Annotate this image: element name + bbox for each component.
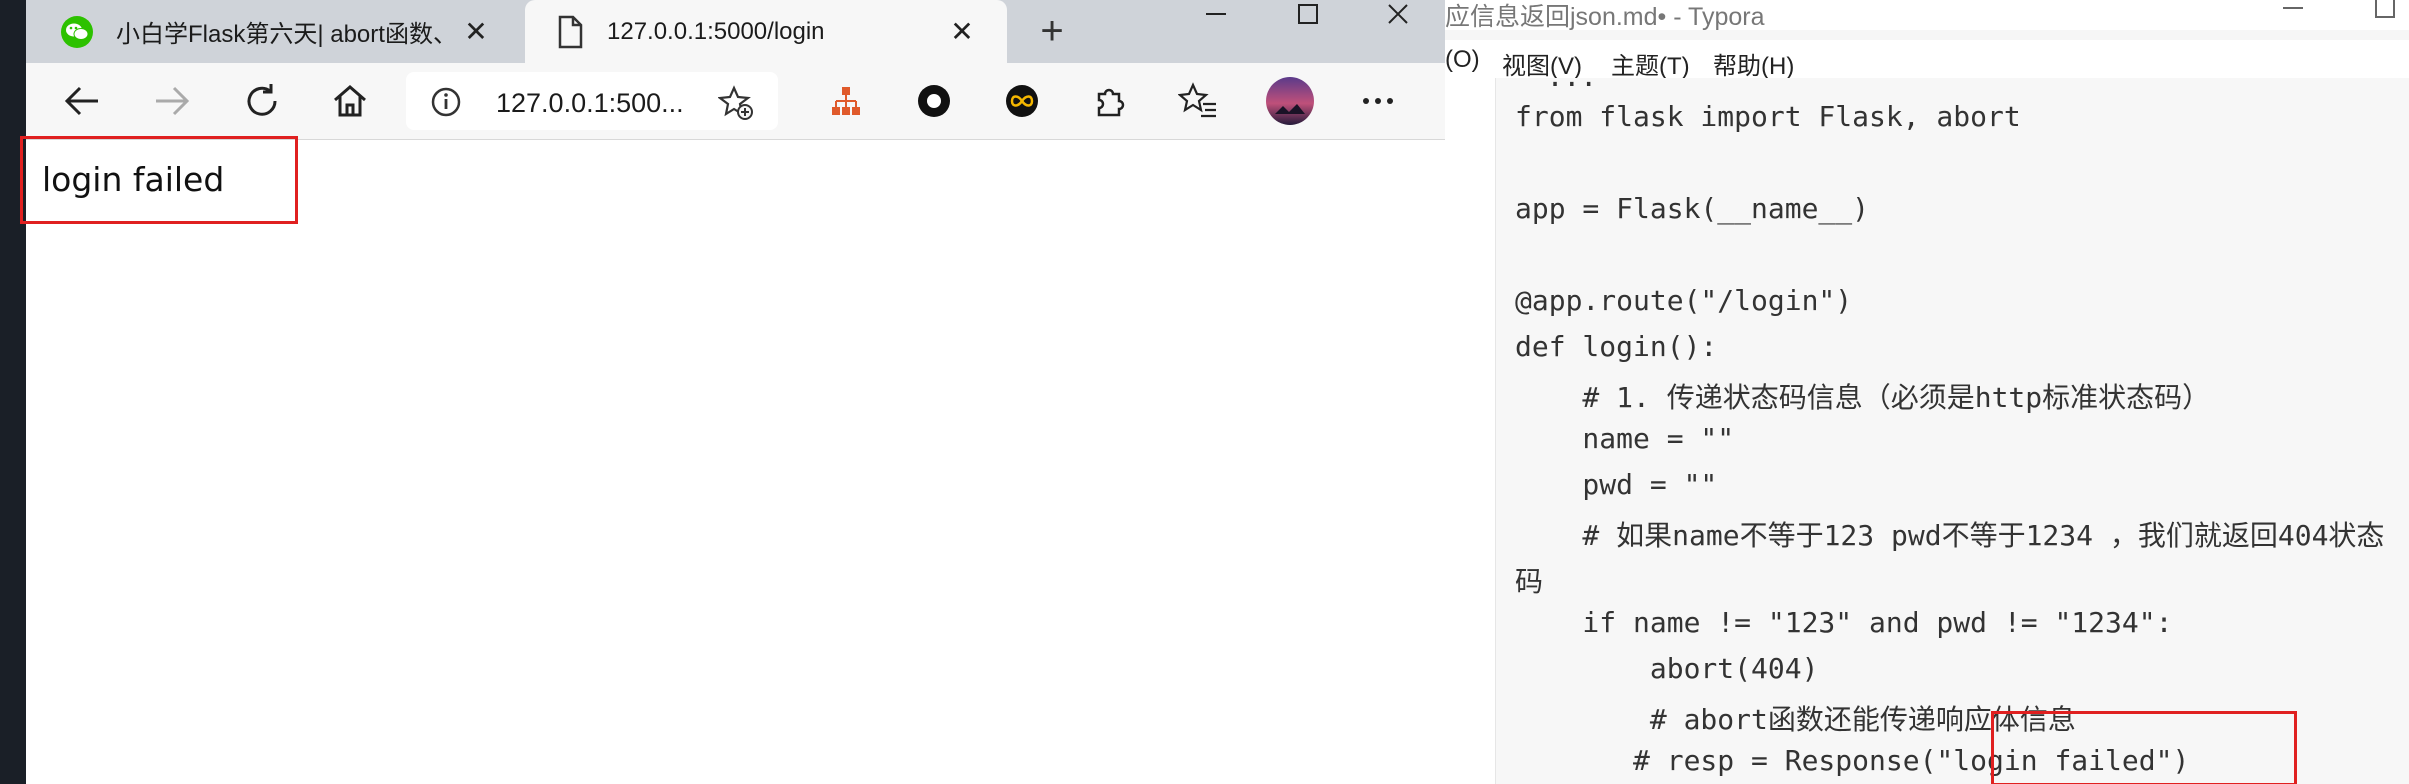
code-line: app = Flask(__name__) [1515, 192, 1870, 225]
sitemap-extension-icon[interactable] [820, 75, 872, 127]
favorites-icon[interactable] [1172, 75, 1224, 127]
close-tab-icon[interactable]: ✕ [459, 14, 493, 48]
code-line: 码 [1515, 565, 1544, 598]
infinity-extension-icon[interactable] [996, 75, 1048, 127]
close-tab-icon[interactable]: ✕ [945, 14, 979, 48]
refresh-icon[interactable] [236, 75, 288, 127]
extensions-icon[interactable] [1084, 75, 1136, 127]
tab-title: 127.0.0.1:5000/login [607, 17, 825, 45]
url-text: 127.0.0.1:500... [496, 88, 684, 118]
code-line: from flask import Flask, abort [1515, 100, 2021, 133]
home-icon[interactable] [324, 75, 376, 127]
highlight-box [20, 136, 298, 224]
info-icon[interactable] [430, 86, 462, 118]
record-extension-icon[interactable] [908, 75, 960, 127]
page-icon [558, 15, 583, 48]
back-icon[interactable] [56, 75, 108, 127]
code-line-partial: ... [1496, 60, 1598, 93]
typora-window: 应信息返回json.md• - Typora (O) 视图(V) 主题(T) 帮… [1445, 0, 2409, 784]
editor[interactable]: ... from flask import Flask, abort app =… [1445, 60, 2409, 784]
add-favorite-icon[interactable] [718, 85, 754, 121]
address-bar[interactable]: 127.0.0.1:500... [406, 72, 778, 130]
browser-window: 小白学Flask第六天| abort函数、 ✕ 127.0.0.1:5000/l… [20, 0, 1445, 784]
code-block[interactable]: ... from flask import Flask, abort app =… [1495, 60, 2409, 784]
new-tab-button[interactable]: + [1027, 6, 1077, 56]
forward-icon[interactable] [146, 75, 198, 127]
maximize-icon[interactable] [2375, 0, 2395, 24]
tab-wechat-article[interactable]: 小白学Flask第六天| abort函数、 ✕ [26, 0, 521, 63]
wechat-icon [61, 15, 93, 48]
avatar[interactable] [1264, 75, 1316, 127]
code-line: # 1. 传递状态码信息（必须是http标准状态码） [1515, 381, 2211, 414]
tab-bar: 小白学Flask第六天| abort函数、 ✕ 127.0.0.1:5000/l… [26, 0, 1445, 63]
code-line: if name != "123" and pwd != "1234": [1515, 606, 2173, 639]
code-line: # 如果name不等于123 pwd不等于1234 ，我们就返回404状态 [1515, 519, 2385, 552]
more-icon[interactable] [1352, 75, 1404, 127]
minimize-icon[interactable] [1172, 0, 1260, 27]
code-line: @app.route("/login") [1515, 284, 1853, 317]
menu-item-theme[interactable]: 主题(T) [1611, 46, 1690, 81]
maximize-icon[interactable] [1264, 0, 1352, 27]
typora-titlebar: 应信息返回json.md• - Typora [1445, 0, 2409, 31]
menu-item-help[interactable]: 帮助(H) [1713, 46, 1794, 81]
code-line: pwd = "" [1515, 468, 1718, 501]
minimize-icon[interactable] [2283, 0, 2303, 24]
highlight-box [1991, 711, 2297, 784]
tab-login[interactable]: 127.0.0.1:5000/login ✕ [525, 0, 1007, 63]
code-line: name = "" [1515, 422, 1735, 455]
code-line: abort(404) [1515, 652, 1819, 685]
page-content: login failed [20, 136, 1445, 784]
close-window-icon[interactable] [1354, 0, 1442, 27]
desktop-edge [0, 0, 26, 784]
browser-toolbar: 127.0.0.1:500... [26, 63, 1445, 140]
window-title: 应信息返回json.md• - Typora [1445, 3, 1765, 31]
code-line: def login(): [1515, 330, 1718, 363]
tab-title: 小白学Flask第六天| abort函数、 [116, 21, 457, 48]
menu-item[interactable]: (O) [1445, 46, 1480, 74]
